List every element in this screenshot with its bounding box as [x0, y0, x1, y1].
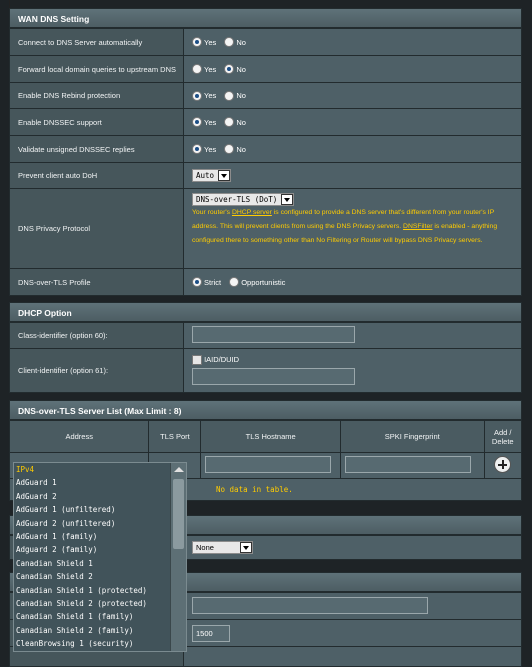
dropdown-option[interactable]: IPv4: [14, 463, 172, 476]
col-spki-fingerprint: SPKI Fingerprint: [339, 420, 485, 453]
prevent-doh-label: Prevent client auto DoH: [9, 162, 184, 189]
privacy-protocol-label: DNS Privacy Protocol: [9, 188, 184, 269]
dropdown-option[interactable]: Canadian Shield 2: [14, 570, 172, 583]
wan-dns-section-title: WAN DNS Setting: [9, 8, 522, 28]
profile-opportunistic-radio[interactable]: [229, 277, 240, 287]
dot-list-section-title: DNS-over-TLS Server List (Max Limit : 8): [9, 400, 522, 420]
forward-local-no-radio[interactable]: [224, 64, 235, 74]
prevent-doh-select[interactable]: Auto: [192, 169, 232, 182]
dropdown-option[interactable]: Canadian Shield 2 (protected): [14, 597, 172, 610]
lower-select[interactable]: None: [192, 541, 253, 554]
rebind-protection-label: Enable DNS Rebind protection: [9, 82, 184, 109]
lower-text-input[interactable]: [192, 596, 428, 614]
forward-local-label: Forward local domain queries to upstream…: [9, 55, 184, 83]
dropdown-option[interactable]: Canadian Shield 1: [14, 557, 172, 570]
auto-dns-label: Connect to DNS Server automatically: [9, 28, 184, 56]
client-identifier-label: Client-identifier (option 61):: [9, 348, 184, 393]
dropdown-option[interactable]: AdGuard 2 (unfiltered): [14, 517, 172, 530]
scroll-up-icon[interactable]: [174, 467, 184, 472]
privacy-protocol-select[interactable]: DNS-over-TLS (DoT): [192, 193, 295, 206]
wan-dns-table: Connect to DNS Server automatically Yes …: [9, 28, 522, 296]
scrollbar-thumb[interactable]: [173, 479, 184, 549]
tls-hostname-input[interactable]: [205, 456, 332, 473]
top-stub: [9, 0, 522, 8]
dropdown-scrollbar[interactable]: [170, 463, 186, 651]
iaid-duid-checkbox[interactable]: [192, 354, 202, 365]
class-identifier-label: Class-identifier (option 60):: [9, 322, 184, 349]
dropdown-option[interactable]: Adguard 2 (family): [14, 543, 172, 556]
dropdown-option[interactable]: Canadian Shield 1 (family): [14, 610, 172, 623]
privacy-warning-note: Your router's DHCP server is configured …: [192, 209, 498, 244]
dhcp-table: Class-identifier (option 60): Client-ide…: [9, 322, 522, 393]
rebind-no-radio[interactable]: [224, 90, 235, 101]
dhcp-section-title: DHCP Option: [9, 302, 522, 322]
dhcp-server-link[interactable]: DHCP server: [232, 209, 272, 216]
validate-no-radio[interactable]: [224, 144, 235, 154]
col-tls-port: TLS Port: [148, 420, 202, 453]
dropdown-option[interactable]: Canadian Shield 1 (protected): [14, 584, 172, 597]
dropdown-option[interactable]: Canadian Shield 2 (family): [14, 624, 172, 637]
auto-dns-no-radio[interactable]: [224, 37, 235, 47]
auto-dns-yes-radio[interactable]: [192, 37, 202, 47]
class-identifier-input[interactable]: [192, 326, 355, 343]
chevron-down-icon: [218, 170, 231, 181]
forward-local-yes-radio[interactable]: [192, 64, 202, 74]
col-tls-hostname: TLS Hostname: [200, 420, 341, 453]
profile-strict-radio[interactable]: [192, 277, 202, 287]
dnssec-label: Enable DNSSEC support: [9, 108, 184, 136]
add-server-icon[interactable]: [494, 456, 512, 473]
validate-yes-radio[interactable]: [192, 144, 202, 154]
validate-unsigned-label: Validate unsigned DNSSEC replies: [9, 135, 184, 163]
dropdown-option[interactable]: AdGuard 2: [14, 490, 172, 503]
rebind-yes-radio[interactable]: [192, 90, 202, 101]
dropdown-option[interactable]: AdGuard 1 (family): [14, 530, 172, 543]
dropdown-option[interactable]: AdGuard 1 (unfiltered): [14, 503, 172, 516]
spki-fingerprint-input[interactable]: [344, 456, 471, 473]
dnssec-yes-radio[interactable]: [192, 117, 202, 127]
col-address: Address: [8, 420, 150, 453]
dropdown-option[interactable]: AdGuard 1: [14, 476, 172, 489]
client-identifier-input[interactable]: [192, 367, 355, 385]
chevron-down-icon: [281, 194, 294, 205]
col-add-delete: Add / Delete: [483, 420, 523, 453]
iaid-duid-label: IAID/DUID: [204, 355, 240, 364]
dot-profile-label: DNS-over-TLS Profile: [9, 268, 184, 296]
dnsfilter-link[interactable]: DNSFilter: [403, 223, 432, 230]
chevron-down-icon: [239, 542, 252, 553]
dropdown-option[interactable]: CleanBrowsing 1 (security): [14, 637, 172, 650]
dnssec-no-radio[interactable]: [224, 117, 235, 127]
dns-preset-dropdown-list[interactable]: IPv4 AdGuard 1 AdGuard 2 AdGuard 1 (unfilte…: [13, 462, 187, 652]
mtu-input[interactable]: 1500: [192, 624, 230, 642]
